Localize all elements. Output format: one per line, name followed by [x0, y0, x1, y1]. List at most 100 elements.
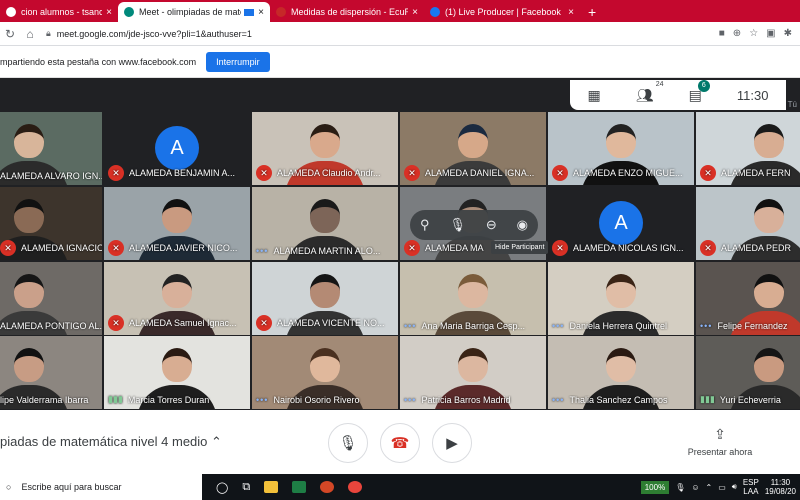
- mic-muted-icon: ✕: [404, 240, 420, 256]
- chat-icon[interactable]: ▤ 6: [689, 79, 710, 104]
- participant-head: [754, 199, 784, 233]
- present-now-button[interactable]: ⇪ Presentar ahora: [684, 426, 756, 457]
- participant-name: ALAMEDA NICOLAS IGN...: [573, 243, 684, 253]
- mic-off-icon[interactable]: 🎙︎: [449, 217, 466, 233]
- participant-name: ALAMEDA Claudio Andr...: [277, 168, 381, 178]
- participant-tile[interactable]: ALAMEDA ALVARO IGN...: [0, 112, 102, 185]
- browser-tab[interactable]: (1) Live Producer | Facebook ×: [424, 2, 580, 22]
- participant-tile[interactable]: ••• Patricia Barros Madrid: [400, 336, 546, 409]
- participant-name: Daniela Herrera Quintrel: [569, 321, 667, 331]
- participant-tile[interactable]: ••• Thalia Sanchez Campos: [548, 336, 694, 409]
- participant-tile[interactable]: ✕ ALAMEDA DANIEL IGNA...: [400, 112, 546, 185]
- browser-tab-strip: cion alumnos - tsanchez@s × Meet - olimp…: [0, 0, 800, 22]
- participant-tile[interactable]: ▮▮▮ Marcia Torres Duran: [104, 336, 250, 409]
- camera-button[interactable]: ▶: [432, 423, 472, 463]
- participant-head: [606, 348, 636, 382]
- avatar: A: [599, 201, 643, 245]
- language-indicator[interactable]: ESP LAA: [743, 478, 759, 496]
- chrome-icon[interactable]: [348, 481, 363, 493]
- browser-tab-active[interactable]: Meet - olimpiadas de mate ×: [118, 2, 270, 22]
- file-explorer-icon[interactable]: [264, 481, 279, 493]
- search-icon: ○: [6, 482, 12, 492]
- network-icon[interactable]: ▭: [718, 483, 726, 492]
- stop-sharing-button[interactable]: Interrumpir: [206, 51, 270, 72]
- battery-indicator[interactable]: 100%: [640, 480, 670, 494]
- participants-icon[interactable]: 👥︎ 24: [636, 81, 664, 104]
- extension-icon[interactable]: ▣: [766, 28, 775, 39]
- participant-name: ALAMEDA IGNACIO AN...: [21, 243, 102, 253]
- participant-tile[interactable]: ✕ ALAMEDA FERN: [696, 112, 800, 185]
- chevron-up-icon[interactable]: ⌃: [211, 434, 222, 449]
- participant-tile[interactable]: lipe Valderrama Ibarra: [0, 336, 102, 409]
- task-view-icon[interactable]: ⧉: [242, 481, 250, 494]
- participant-tile[interactable]: ✕ ALAMEDA JAVIER NICO...: [104, 187, 250, 260]
- browser-tab[interactable]: Medidas de dispersión - EcuRed ×: [270, 2, 424, 22]
- meeting-details-icon[interactable]: ▦: [588, 87, 601, 104]
- avatar: A: [155, 126, 199, 170]
- browser-tab[interactable]: cion alumnos - tsanchez@s ×: [0, 2, 118, 22]
- participant-tile[interactable]: ▮▮▮ Yuri Echeverria: [696, 336, 800, 409]
- participant-tile[interactable]: ••• Ana Maria Barriga Cesp...: [400, 262, 546, 335]
- meeting-title-text: piadas de matemática nivel 4 medio: [0, 434, 208, 449]
- participant-tile[interactable]: ••• ALAMEDA MARTIN ALO...: [252, 187, 398, 260]
- new-tab-button[interactable]: +: [580, 2, 604, 22]
- leave-call-button[interactable]: ☎︎: [380, 423, 420, 463]
- participant-tile[interactable]: ✕ ALAMEDA PEDR: [696, 187, 800, 260]
- participant-head: [606, 124, 636, 158]
- participant-tile[interactable]: ✕ ALAMEDA VICENTE NO...: [252, 262, 398, 335]
- tab-favicon-icon: [6, 7, 16, 17]
- home-icon[interactable]: ⌂: [20, 27, 40, 41]
- microphone-button[interactable]: 🎙︎: [328, 423, 368, 463]
- close-icon[interactable]: ×: [568, 7, 574, 18]
- participant-head: [162, 199, 192, 233]
- participant-tile[interactable]: ✕ ALAMEDA Claudio Andr...: [252, 112, 398, 185]
- participant-name-row: ••• Ana Maria Barriga Cesp...: [400, 321, 546, 331]
- pin-icon[interactable]: ⚲: [420, 217, 430, 233]
- audio-active-icon: ▮▮▮: [108, 394, 123, 404]
- participant-name: ALAMEDA ENZO MIGUE...: [573, 168, 683, 178]
- zoom-icon[interactable]: ⊕: [733, 28, 741, 39]
- participant-tile[interactable]: ••• Daniela Herrera Quintrel: [548, 262, 694, 335]
- mic-tray-icon[interactable]: 🎙︎: [675, 483, 685, 492]
- camera-icon[interactable]: ■: [719, 28, 725, 39]
- reload-icon[interactable]: ↻: [0, 27, 20, 41]
- participant-tile[interactable]: ✕ ALAMEDA Samuel Ignac...: [104, 262, 250, 335]
- tab-label: cion alumnos - tsanchez@s: [21, 7, 103, 17]
- chevron-up-icon[interactable]: ⌃: [706, 483, 713, 492]
- excel-icon[interactable]: [292, 481, 307, 493]
- tab-label: Medidas de dispersión - EcuRed: [291, 7, 409, 17]
- eye-icon[interactable]: ◉: [517, 217, 528, 233]
- puzzle-icon[interactable]: ✱: [784, 28, 792, 39]
- participant-head: [310, 274, 340, 308]
- url-field[interactable]: 🔒︎ meet.google.com/jde-jsco-vve?pli=1&au…: [46, 25, 713, 43]
- clock[interactable]: 11:30 19/08/20: [765, 478, 796, 496]
- participant-grid: ALAMEDA ALVARO IGN... A ✕ ALAMEDA BENJAMIN …: [0, 112, 800, 410]
- participant-tile[interactable]: A ✕ ALAMEDA BENJAMIN A...: [104, 112, 250, 185]
- participant-name: ALAMEDA BENJAMIN A...: [129, 168, 236, 178]
- participant-tile[interactable]: ✕ ALAMEDA IGNACIO AN...: [0, 187, 102, 260]
- close-icon[interactable]: ×: [258, 7, 264, 18]
- participant-name-row: ✕ ALAMEDA ENZO MIGUE...: [548, 165, 694, 181]
- participant-tile[interactable]: ALAMEDA PONTIGO AL...: [0, 262, 102, 335]
- system-tray: 100% 🎙︎ ☺ ⌃ ▭ 🔊︎ ESP LAA 11:30 19/08/20: [640, 474, 800, 500]
- remove-icon[interactable]: ⊖: [486, 217, 497, 233]
- volume-icon[interactable]: 🔊︎: [732, 482, 737, 492]
- meeting-clock: 11:30: [736, 87, 769, 103]
- participant-tile[interactable]: ✕ ALAMEDA ENZO MIGUE...: [548, 112, 694, 185]
- clock-date: 19/08/20: [764, 487, 796, 496]
- cortana-icon[interactable]: ◯: [216, 481, 228, 494]
- participant-name-row: ✕ ALAMEDA JAVIER NICO...: [104, 240, 250, 256]
- star-icon[interactable]: ☆: [749, 28, 758, 39]
- participant-name-row: ••• Nairobi Osorio Rivero: [252, 395, 398, 405]
- close-icon[interactable]: ×: [106, 7, 112, 18]
- participant-name-row: ••• Thalia Sanchez Campos: [548, 395, 694, 405]
- powerpoint-icon[interactable]: [320, 481, 335, 493]
- meeting-title[interactable]: piadas de matemática nivel 4 medio ⌃: [0, 434, 222, 450]
- participant-name: Patricia Barros Madrid: [421, 395, 511, 405]
- participant-tile[interactable]: ••• Nairobi Osorio Rivero: [252, 336, 398, 409]
- people-icon[interactable]: ☺: [691, 483, 699, 492]
- participant-tile[interactable]: A ✕ ALAMEDA NICOLAS IGN...: [548, 187, 694, 260]
- participant-tile[interactable]: ••• Felipe Fernandez: [696, 262, 800, 335]
- close-icon[interactable]: ×: [412, 7, 418, 18]
- taskbar-search[interactable]: ○ Escribe aquí para buscar: [0, 474, 202, 500]
